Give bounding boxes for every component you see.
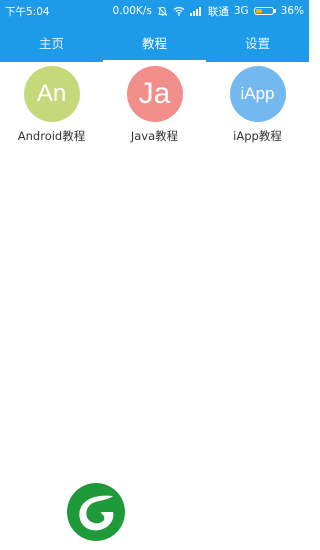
course-initials-java: Ja — [138, 77, 171, 110]
leaf-logo-icon — [66, 482, 126, 542]
course-avatar-iapp: iApp — [229, 66, 286, 122]
course-initials-iapp: iApp — [240, 84, 275, 103]
tab-bar: 主页 教程 设置 — [0, 22, 309, 62]
battery-percent: 36% — [280, 5, 304, 17]
battery-icon — [253, 7, 276, 15]
course-grid: An Android教程 Ja Java教程 iApp iApp教程 — [0, 62, 309, 144]
course-avatar-android: An — [23, 66, 80, 122]
battery-fill — [255, 9, 262, 13]
tab-home[interactable]: 主页 — [0, 22, 103, 62]
course-label-java: Java教程 — [130, 129, 179, 143]
network-speed: 0.00K/s — [112, 5, 152, 17]
tab-tutorials-label: 教程 — [141, 35, 167, 51]
signal-icon — [189, 6, 203, 16]
course-item-java[interactable]: Ja Java教程 — [103, 62, 206, 144]
course-initials-android: An — [36, 80, 67, 107]
tab-tutorials[interactable]: 教程 — [103, 22, 206, 62]
course-label-iapp: iApp教程 — [233, 129, 282, 143]
app-screen: 下午5:04 0.00K/s 联通 3G 36% 主页 教程 设置 An And… — [0, 0, 309, 550]
tab-settings-label: 设置 — [244, 35, 270, 51]
tab-settings[interactable]: 设置 — [206, 22, 309, 62]
status-bar-right: 0.00K/s 联通 3G 36% — [113, 4, 304, 19]
wifi-icon — [173, 6, 185, 16]
tab-home-label: 主页 — [38, 35, 64, 51]
course-item-iapp[interactable]: iApp iApp教程 — [206, 62, 309, 144]
course-item-android[interactable]: An Android教程 — [0, 62, 103, 144]
alarm-off-icon — [157, 6, 168, 17]
status-time: 下午5:04 — [5, 5, 50, 18]
course-avatar-java: Ja — [126, 66, 183, 122]
status-bar: 下午5:04 0.00K/s 联通 3G 36% — [0, 0, 309, 22]
course-label-android: Android教程 — [17, 129, 86, 143]
network-type: 3G — [233, 5, 249, 17]
carrier-name: 联通 — [207, 5, 229, 18]
